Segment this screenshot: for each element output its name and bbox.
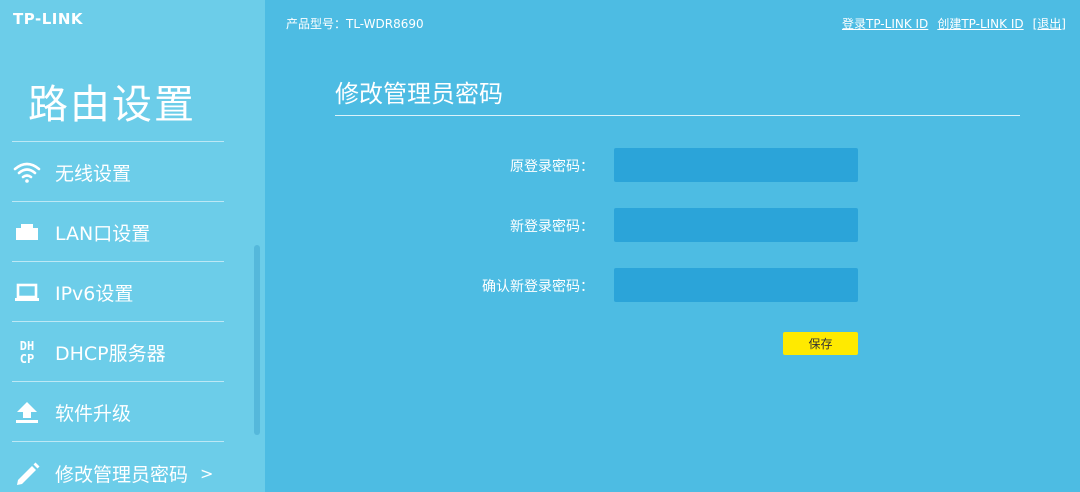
sidebar-item-label: LAN口设置 — [55, 222, 151, 245]
sidebar-item-change-admin-password[interactable]: 修改管理员密码 > — [12, 443, 224, 492]
svg-text:DH: DH — [20, 339, 34, 353]
logout-link[interactable]: [退出] — [1033, 15, 1066, 32]
confirm-password-field[interactable] — [614, 268, 858, 302]
wifi-icon — [12, 157, 42, 187]
sidebar-title: 路由设置 — [28, 82, 196, 128]
create-tplink-id-link[interactable]: 创建TP-LINK ID — [937, 15, 1023, 32]
page-title: 修改管理员密码 — [335, 80, 503, 108]
product-model: 产品型号：TL-WDR8690 — [286, 17, 424, 31]
sidebar-item-lan[interactable]: LAN口设置 — [12, 202, 224, 262]
svg-text:CP: CP — [20, 352, 34, 366]
old-password-field[interactable] — [614, 148, 858, 182]
tp-link-logo: TP-LINK — [13, 10, 84, 28]
login-tplink-id-link[interactable]: 登录TP-LINK ID — [842, 15, 928, 32]
sidebar-item-label: 无线设置 — [55, 162, 132, 185]
old-password-label: 原登录密码： — [510, 159, 594, 175]
sidebar-item-label: DHCP服务器 — [55, 342, 166, 365]
upload-icon — [12, 397, 42, 427]
sidebar: TP-LINK 路由设置 无线设置 LAN口设置 IPv6设置 DH CP DH… — [0, 0, 265, 492]
sidebar-item-dhcp[interactable]: DH CP DHCP服务器 — [12, 322, 224, 382]
sidebar-divider — [12, 441, 224, 442]
chevron-right-icon: > — [200, 463, 214, 483]
lan-port-icon — [12, 217, 42, 247]
laptop-icon — [12, 277, 42, 307]
sidebar-item-wireless[interactable]: 无线设置 — [12, 142, 224, 202]
sidebar-item-label: IPv6设置 — [55, 282, 134, 305]
title-divider — [335, 115, 1020, 116]
pencil-icon — [12, 458, 42, 488]
new-password-label: 新登录密码： — [510, 219, 594, 235]
save-button[interactable]: 保存 — [783, 332, 858, 355]
sidebar-item-ipv6[interactable]: IPv6设置 — [12, 262, 224, 322]
header-links: 登录TP-LINK ID 创建TP-LINK ID [退出] — [842, 15, 1066, 32]
sidebar-item-label: 软件升级 — [55, 402, 132, 425]
new-password-field[interactable] — [614, 208, 858, 242]
sidebar-item-firmware-upgrade[interactable]: 软件升级 — [12, 382, 224, 442]
sidebar-item-label: 修改管理员密码 — [55, 463, 189, 486]
confirm-password-label: 确认新登录密码： — [482, 279, 594, 295]
sidebar-scrollbar[interactable] — [254, 245, 260, 435]
dhcp-icon: DH CP — [12, 337, 42, 367]
